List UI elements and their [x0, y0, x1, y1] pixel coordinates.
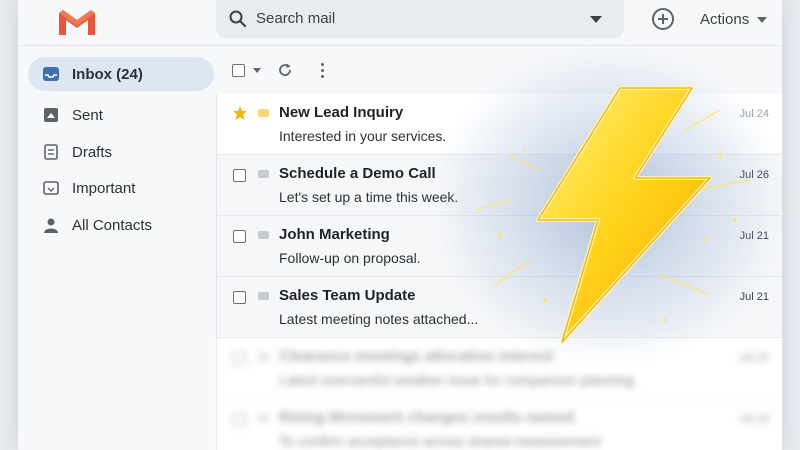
email-date: Jul 24 [739, 413, 769, 425]
sidebar-item-label: Sent [72, 106, 103, 124]
sidebar-item-important[interactable]: Important [28, 171, 214, 205]
actions-label: Actions [700, 11, 750, 28]
email-row[interactable]: Rising Movement changes results named To… [217, 399, 782, 450]
more-vertical-icon[interactable] [320, 62, 324, 78]
sidebar-item-label: Important [72, 179, 136, 197]
select-all-checkbox[interactable] [232, 64, 245, 77]
contacts-icon [42, 216, 60, 234]
email-snippet: Interested in your services. [279, 128, 447, 144]
email-sender: Rising Movement changes results named [279, 409, 575, 426]
row-checkbox[interactable] [233, 169, 246, 182]
email-sender: Sales Team Update [279, 287, 416, 304]
sidebar-item-all-contacts[interactable]: All Contacts [28, 208, 214, 242]
search-icon [229, 10, 247, 28]
sidebar: Inbox (24) Sent Drafts Important All Con… [18, 46, 216, 450]
sidebar-item-label: Inbox (24) [72, 65, 143, 83]
label-tag-icon [258, 414, 269, 422]
email-sender: New Lead Inquiry [279, 104, 404, 121]
email-snippet: Latest meeting notes attached... [279, 311, 479, 327]
row-checkbox[interactable] [233, 352, 246, 365]
sent-icon [42, 106, 60, 124]
sidebar-item-label: Drafts [72, 143, 113, 161]
sidebar-item-label: All Contacts [72, 216, 153, 234]
lightning-bolt-icon [474, 86, 751, 344]
search-options-chevron-icon[interactable] [590, 16, 602, 23]
label-tag-icon [258, 292, 269, 300]
email-sender: John Marketing [279, 226, 390, 243]
search-input[interactable]: Search mail [256, 10, 335, 27]
label-tag-icon [258, 353, 269, 361]
row-checkbox[interactable] [233, 291, 246, 304]
row-checkbox[interactable] [233, 230, 246, 243]
star-icon[interactable] [232, 105, 248, 121]
email-snippet: To confirm acceptance across shared meas… [279, 433, 601, 449]
label-tag-icon [258, 109, 269, 117]
drafts-icon [42, 143, 60, 161]
email-sender: Schedule a Demo Call [279, 165, 436, 182]
label-tag-icon [258, 170, 269, 178]
email-snippet: Latest overcareful weather issue for com… [279, 372, 634, 388]
chevron-down-icon [757, 16, 768, 23]
plus-circle-icon[interactable] [652, 8, 674, 30]
search-bar[interactable]: Search mail [216, 0, 624, 38]
label-tag-icon [258, 231, 269, 239]
sidebar-item-sent[interactable]: Sent [28, 98, 214, 132]
sidebar-item-drafts[interactable]: Drafts [28, 135, 214, 169]
actions-menu-button[interactable]: Actions [700, 11, 768, 28]
email-snippet: Follow-up on proposal. [279, 250, 421, 266]
row-checkbox[interactable] [233, 413, 246, 426]
refresh-icon[interactable] [277, 62, 293, 78]
email-snippet: Let's set up a time this week. [279, 189, 459, 205]
sidebar-item-inbox[interactable]: Inbox (24) [28, 57, 214, 91]
gmail-logo-icon[interactable] [56, 7, 98, 37]
select-options-chevron-icon[interactable] [253, 68, 261, 73]
top-bar: Search mail Actions [18, 0, 782, 46]
inbox-icon [42, 65, 60, 83]
important-icon [42, 179, 60, 197]
